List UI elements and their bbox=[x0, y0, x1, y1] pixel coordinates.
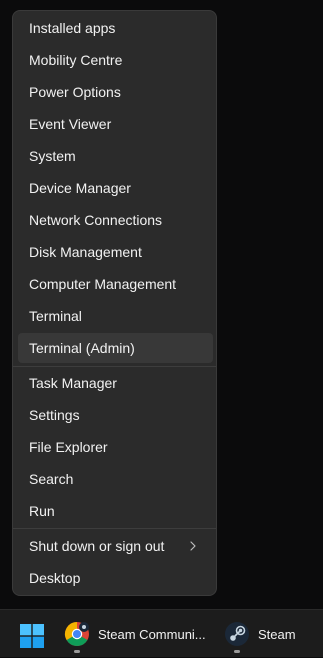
menu-item-terminal[interactable]: Terminal bbox=[18, 301, 213, 331]
menu-separator bbox=[13, 366, 216, 367]
menu-item-label: Task Manager bbox=[29, 375, 117, 391]
menu-item-search[interactable]: Search bbox=[18, 464, 213, 494]
menu-item-network-connections[interactable]: Network Connections bbox=[18, 205, 213, 235]
menu-item-disk-management[interactable]: Disk Management bbox=[18, 237, 213, 267]
menu-item-system[interactable]: System bbox=[18, 141, 213, 171]
taskbar-app-steam[interactable]: Steam bbox=[224, 610, 296, 658]
menu-item-label: Terminal (Admin) bbox=[29, 340, 135, 356]
menu-item-power-options[interactable]: Power Options bbox=[18, 77, 213, 107]
menu-item-terminal-admin[interactable]: Terminal (Admin) bbox=[18, 333, 213, 363]
menu-item-file-explorer[interactable]: File Explorer bbox=[18, 432, 213, 462]
chevron-right-icon bbox=[190, 541, 196, 551]
menu-item-label: Terminal bbox=[29, 308, 82, 324]
menu-item-label: Shut down or sign out bbox=[29, 538, 165, 554]
menu-item-installed-apps[interactable]: Installed apps bbox=[18, 13, 213, 43]
menu-item-label: System bbox=[29, 148, 76, 164]
menu-item-device-manager[interactable]: Device Manager bbox=[18, 173, 213, 203]
menu-item-label: Search bbox=[29, 471, 74, 487]
menu-item-settings[interactable]: Settings bbox=[18, 400, 213, 430]
menu-item-computer-management[interactable]: Computer Management bbox=[18, 269, 213, 299]
menu-item-mobility-centre[interactable]: Mobility Centre bbox=[18, 45, 213, 75]
taskbar-app-label: Steam bbox=[258, 626, 296, 642]
menu-item-label: Network Connections bbox=[29, 212, 163, 228]
menu-item-label: Power Options bbox=[29, 84, 121, 100]
taskbar-app-label: Steam Communi... bbox=[98, 626, 206, 642]
taskbar: Steam Communi... Steam bbox=[0, 609, 323, 657]
chrome-steam-icon bbox=[64, 622, 89, 647]
menu-item-label: Device Manager bbox=[29, 180, 131, 196]
running-indicator bbox=[234, 650, 240, 653]
menu-item-run[interactable]: Run bbox=[18, 496, 213, 526]
menu-item-label: Installed apps bbox=[29, 20, 116, 36]
windows-logo-icon[interactable] bbox=[20, 624, 44, 648]
running-indicator bbox=[74, 650, 80, 653]
menu-item-label: Event Viewer bbox=[29, 116, 112, 132]
menu-item-label: Mobility Centre bbox=[29, 52, 123, 68]
menu-item-label: Disk Management bbox=[29, 244, 142, 260]
menu-item-label: Desktop bbox=[29, 570, 81, 586]
menu-item-shut-down-or-sign-out[interactable]: Shut down or sign out bbox=[18, 531, 213, 561]
menu-item-label: File Explorer bbox=[29, 439, 108, 455]
menu-item-label: Computer Management bbox=[29, 276, 177, 292]
menu-item-event-viewer[interactable]: Event Viewer bbox=[18, 109, 213, 139]
menu-item-label: Run bbox=[29, 503, 55, 519]
winx-context-menu: Installed apps Mobility Centre Power Opt… bbox=[12, 10, 217, 596]
menu-item-desktop[interactable]: Desktop bbox=[18, 563, 213, 593]
menu-item-task-manager[interactable]: Task Manager bbox=[18, 368, 213, 398]
menu-item-label: Settings bbox=[29, 407, 80, 423]
steam-icon bbox=[225, 622, 249, 646]
taskbar-app-steam-community[interactable]: Steam Communi... bbox=[64, 610, 206, 658]
menu-separator bbox=[13, 528, 216, 529]
